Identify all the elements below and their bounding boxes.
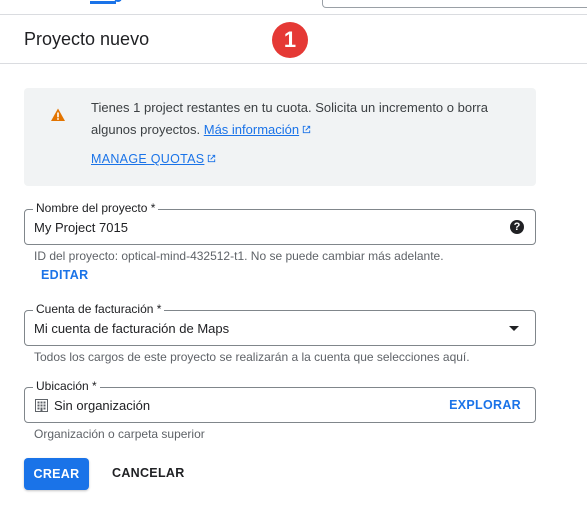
- more-info-link[interactable]: Más información: [204, 122, 312, 137]
- location-label: Ubicación *: [33, 379, 100, 393]
- billing-account-select[interactable]: Cuenta de facturación * Mi cuenta de fac…: [24, 302, 536, 346]
- step-badge: 1: [272, 22, 308, 58]
- page-title: Proyecto nuevo: [24, 29, 150, 49]
- billing-hint: Todos los cargos de este proyecto se rea…: [34, 350, 470, 364]
- manage-quotas-label: MANAGE QUOTAS: [91, 152, 205, 166]
- top-nav-fragment: [90, 0, 122, 4]
- external-link-icon: [208, 154, 216, 163]
- billing-account-value: Mi cuenta de facturación de Maps: [34, 321, 230, 336]
- quota-notice: Tienes 1 project restantes en tu cuota. …: [24, 88, 536, 186]
- project-name-field[interactable]: Nombre del proyecto * My Project 7015 ?: [24, 201, 536, 245]
- top-bar-fragment: [0, 0, 587, 15]
- location-value: Sin organización: [54, 398, 151, 413]
- manage-quotas-link[interactable]: MANAGE QUOTAS: [91, 152, 217, 166]
- external-link-icon: [302, 125, 311, 134]
- building-icon: [35, 399, 48, 412]
- location-field[interactable]: Ubicación * Sin organización EXPLORAR: [24, 379, 536, 423]
- quota-message: Tienes 1 project restantes en tu cuota. …: [91, 97, 511, 141]
- cancel-button[interactable]: CANCELAR: [112, 466, 185, 480]
- project-name-label: Nombre del proyecto *: [33, 201, 159, 215]
- edit-project-id-button[interactable]: EDITAR: [41, 268, 88, 282]
- dropdown-arrow-icon[interactable]: [509, 326, 519, 331]
- title-divider: [0, 63, 587, 64]
- help-icon[interactable]: ?: [510, 220, 524, 234]
- top-search-fragment[interactable]: [322, 0, 587, 8]
- project-id-hint: ID del proyecto: optical-mind-432512-t1.…: [34, 249, 444, 263]
- warning-icon: [51, 108, 65, 121]
- project-name-input[interactable]: My Project 7015: [34, 220, 128, 235]
- billing-account-label: Cuenta de facturación *: [33, 302, 165, 316]
- top-divider: [0, 14, 587, 15]
- more-info-link-label: Más información: [203, 122, 300, 137]
- location-hint: Organización o carpeta superior: [34, 427, 205, 441]
- browse-location-button[interactable]: EXPLORAR: [449, 398, 521, 412]
- create-button[interactable]: CREAR: [24, 458, 89, 490]
